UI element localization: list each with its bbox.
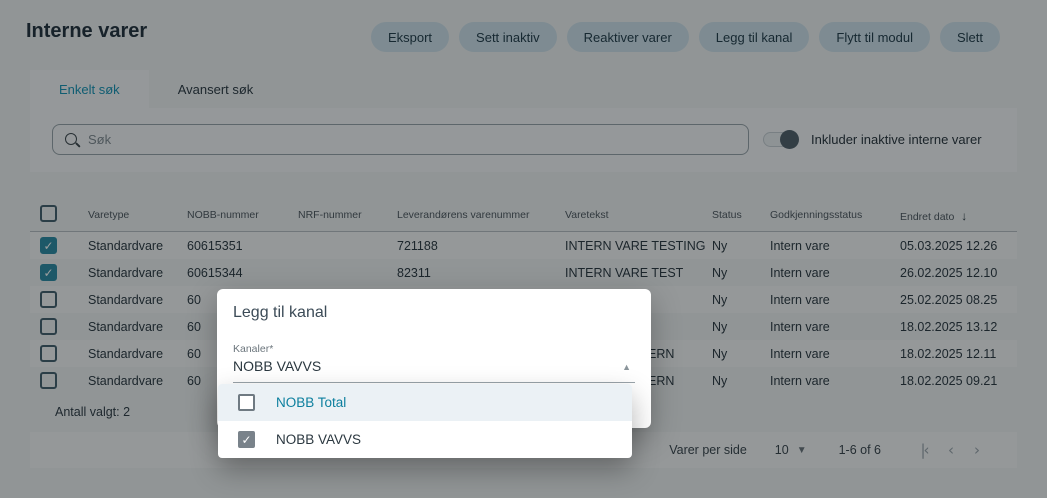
channel-checkbox[interactable]: ✓ — [238, 431, 255, 448]
select-open-arrow-icon: ▲ — [622, 362, 631, 372]
channels-select-value: NOBB VAVVS — [233, 358, 321, 374]
channel-option-label: NOBB Total — [276, 395, 346, 410]
channel-option-nobb-vavvs[interactable]: ✓ NOBB VAVVS — [218, 421, 632, 458]
channel-option-nobb-total[interactable]: NOBB Total — [218, 384, 632, 421]
channels-field-label: Kanaler* — [233, 343, 635, 355]
interne-varer-page: Interne varer EksportSett inaktivReaktiv… — [0, 0, 1047, 498]
channel-options-dropdown: NOBB Total ✓ NOBB VAVVS — [218, 384, 632, 458]
channel-checkbox[interactable] — [238, 394, 255, 411]
channels-select[interactable]: NOBB VAVVS ▲ — [233, 358, 635, 383]
modal-title: Legg til kanal — [233, 304, 635, 322]
channel-option-label: NOBB VAVVS — [276, 432, 361, 447]
